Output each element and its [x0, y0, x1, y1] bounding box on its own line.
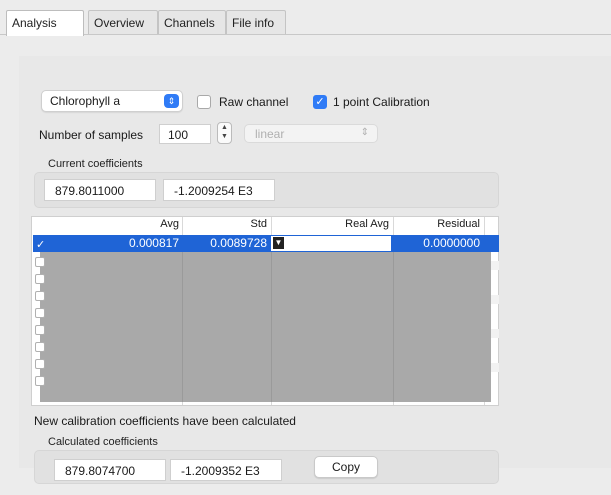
popup-stepper-icon: ⇕ — [164, 94, 179, 108]
header-avg[interactable]: Avg — [48, 218, 183, 235]
tab-overview[interactable]: Overview — [88, 10, 158, 34]
row-checkbox[interactable] — [35, 342, 45, 352]
current-coef-b[interactable]: -1.2009254 E3 — [163, 179, 275, 201]
fit-type-value: linear — [255, 127, 285, 141]
header-residual[interactable]: Residual — [394, 218, 484, 235]
row-stripe — [491, 329, 499, 338]
dropdown-arrow-icon[interactable]: ▼ — [273, 237, 284, 249]
one-point-calibration-checkbox[interactable]: ✓ — [313, 95, 327, 109]
calculated-coef-b[interactable]: -1.2009352 E3 — [170, 459, 282, 481]
cell-std[interactable]: 0.0089728 — [183, 235, 271, 252]
fit-type-select: linear ⇕ — [244, 124, 378, 143]
row-checkbox[interactable] — [35, 325, 45, 335]
calculated-coefficients-title: Calculated coefficients — [48, 436, 158, 448]
calibration-table[interactable]: Avg Std Real Avg Residual ✓ 0.000817 0.0… — [31, 216, 499, 406]
row-checkbox[interactable] — [35, 359, 45, 369]
row-checkbox-checked[interactable]: ✓ — [36, 238, 45, 251]
raw-channel-label: Raw channel — [219, 95, 289, 109]
tab-file-info[interactable]: File info — [226, 10, 286, 34]
cell-avg[interactable]: 0.000817 — [48, 235, 183, 252]
checkmark-icon: ✓ — [315, 96, 325, 108]
tab-analysis[interactable]: Analysis — [6, 10, 84, 36]
row-checkbox[interactable] — [35, 308, 45, 318]
row-checkbox[interactable] — [35, 291, 45, 301]
row-checkbox[interactable] — [35, 274, 45, 284]
tab-divider — [0, 34, 611, 35]
channel-select-value: Chlorophyll a — [50, 94, 121, 108]
cell-residual[interactable]: 0.0000000 — [394, 235, 484, 252]
row-checkbox[interactable] — [35, 376, 45, 386]
samples-label: Number of samples — [39, 128, 144, 142]
cell-real-avg-editor[interactable]: 0 ▼ — [271, 236, 391, 251]
status-message: New calibration coefficients have been c… — [34, 414, 296, 428]
samples-input[interactable]: 100 — [159, 124, 211, 144]
one-point-calibration-label: 1 point Calibration — [333, 95, 430, 109]
calculated-coef-a-value: 879.8074700 — [65, 464, 136, 478]
raw-channel-checkbox[interactable] — [197, 95, 211, 109]
row-checkbox[interactable] — [35, 257, 45, 267]
column-divider — [393, 252, 394, 402]
channel-select[interactable]: Chlorophyll a ⇕ — [41, 90, 183, 112]
current-coef-b-value: -1.2009254 E3 — [174, 184, 253, 198]
popup-stepper-icon: ⇕ — [360, 127, 369, 138]
current-coef-a[interactable]: 879.8011000 — [44, 179, 156, 201]
header-real-avg[interactable]: Real Avg — [272, 218, 393, 235]
empty-rows-area — [40, 252, 491, 402]
row-stripe — [491, 261, 499, 270]
current-coef-a-value: 879.8011000 — [55, 184, 125, 198]
column-divider — [182, 252, 183, 402]
row-stripe — [491, 363, 499, 372]
row-stripe — [491, 295, 499, 304]
tab-channels[interactable]: Channels — [158, 10, 226, 34]
samples-value: 100 — [168, 128, 189, 142]
calculated-coef-a[interactable]: 879.8074700 — [54, 459, 166, 481]
copy-button[interactable]: Copy — [314, 456, 378, 478]
tab-bar: Overview Channels File info Analysis — [0, 0, 611, 40]
current-coefficients-title: Current coefficients — [48, 158, 143, 170]
column-divider — [271, 252, 272, 402]
samples-stepper[interactable]: ▲ ▼ — [217, 122, 232, 144]
header-std[interactable]: Std — [183, 218, 271, 235]
calculated-coef-b-value: -1.2009352 E3 — [181, 464, 260, 478]
